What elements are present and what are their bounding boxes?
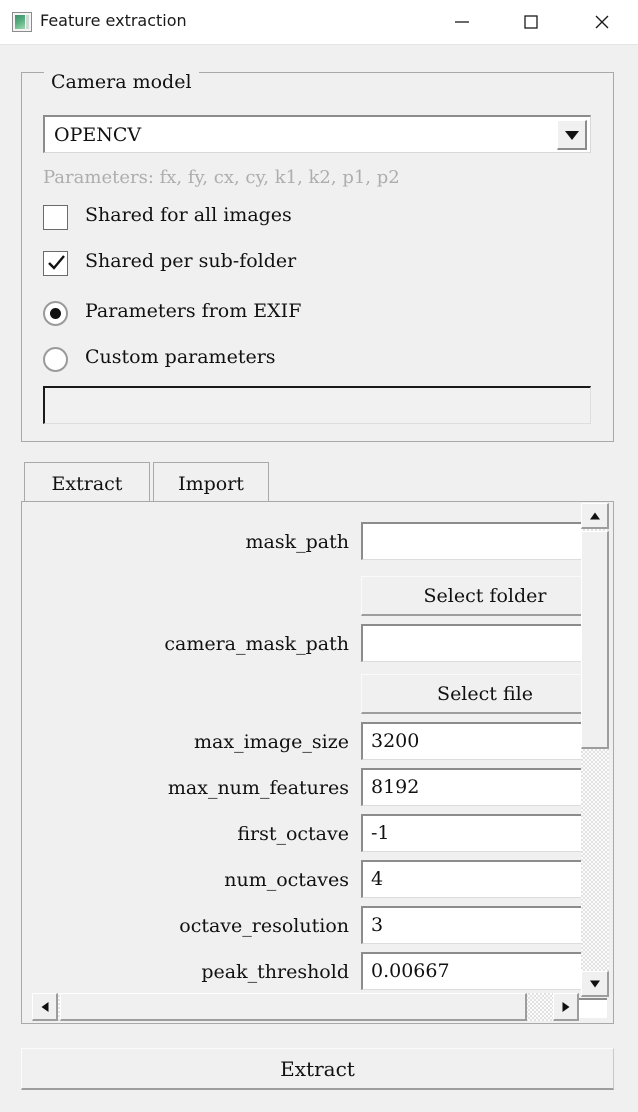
scroll-right-icon [562, 1001, 569, 1012]
max-num-features-spinbox[interactable]: 8192 [361, 768, 607, 806]
parameter-row-first-octave: first_octave -1 [29, 814, 607, 860]
radio-circle-selected [43, 301, 68, 326]
parameter-row-peak-threshold: peak_threshold 0.00667 [29, 952, 607, 998]
radio-label: Custom parameters [85, 346, 276, 368]
parameter-label: first_octave [237, 823, 349, 845]
camera-model-selected-value: OPENCV [54, 124, 142, 146]
tab-pane-extract: mask_path Select folder camera_mask_path… [21, 501, 614, 1024]
maximize-button[interactable] [508, 0, 554, 44]
num-octaves-spinbox[interactable]: 4 [361, 860, 607, 898]
camera-model-select[interactable]: OPENCV [43, 115, 591, 153]
parameter-row-octave-resolution: octave_resolution 3 [29, 906, 607, 952]
parameter-label: max_image_size [194, 731, 349, 753]
max-image-size-spinbox[interactable]: 3200 [361, 722, 607, 760]
parameter-label: mask_path [245, 531, 349, 553]
horizontal-scroll-left-button[interactable] [32, 993, 58, 1021]
tab-bar: Extract Import [21, 462, 614, 504]
parameter-label: max_num_features [167, 777, 349, 799]
minimize-button[interactable] [439, 0, 485, 44]
radio-circle-unselected [43, 347, 68, 372]
parameter-value: 3200 [371, 730, 420, 752]
checkbox-label: Shared per sub-folder [85, 250, 297, 272]
close-icon [595, 15, 609, 29]
parameter-label: num_octaves [224, 869, 349, 891]
camera-mask-path-input[interactable] [361, 624, 607, 662]
parameter-row-mask-path: mask_path [29, 522, 607, 568]
scroll-down-icon [589, 980, 600, 987]
scroll-left-icon [41, 1001, 48, 1012]
checkbox-label: Shared for all images [85, 204, 292, 226]
tab-extract[interactable]: Extract [24, 462, 150, 504]
horizontal-scroll-right-button[interactable] [553, 993, 579, 1021]
parameter-value: 4 [371, 868, 384, 890]
window-title: Feature extraction [40, 11, 187, 30]
vertical-scrollbar-thumb[interactable] [581, 531, 609, 749]
extract-button[interactable]: Extract [21, 1048, 614, 1090]
minimize-icon [455, 21, 469, 23]
checkbox-box-unchecked [43, 205, 68, 230]
camera-model-dropdown-button[interactable] [557, 120, 587, 150]
horizontal-scrollbar-thumb[interactable] [60, 993, 527, 1021]
image-app-icon [12, 12, 32, 32]
checkmark-icon [48, 255, 65, 270]
parameter-row-num-octaves: num_octaves 4 [29, 860, 607, 906]
vertical-scroll-down-button[interactable] [581, 971, 609, 997]
parameter-value: 8192 [371, 776, 420, 798]
maximize-icon [524, 15, 538, 29]
parameter-row-max-image-size: max_image_size 3200 [29, 722, 607, 768]
title-bar: Feature extraction [0, 0, 638, 45]
mask-path-input[interactable] [361, 522, 607, 560]
parameter-value: 0.00667 [371, 960, 450, 982]
parameter-value: -1 [371, 822, 390, 844]
parameter-row-max-num-features: max_num_features 8192 [29, 768, 607, 814]
first-octave-spinbox[interactable]: -1 [361, 814, 607, 852]
tab-import[interactable]: Import [153, 462, 269, 504]
parameter-label: octave_resolution [179, 915, 349, 937]
camera-model-group-title: Camera model [44, 71, 199, 93]
parameter-label: camera_mask_path [164, 633, 349, 655]
parameter-row-select-folder: Select folder [29, 576, 607, 622]
feature-extraction-window: Feature extraction Camera model OPENCV P… [0, 0, 638, 1112]
parameter-label: peak_threshold [201, 961, 349, 983]
parameter-list: mask_path Select folder camera_mask_path… [29, 506, 607, 1018]
camera-parameters-hint: Parameters: fx, fy, cx, cy, k1, k2, p1, … [43, 167, 400, 188]
vertical-scroll-up-button[interactable] [581, 503, 609, 529]
select-file-button[interactable]: Select file [361, 674, 607, 714]
parameter-list-vertical-scrollbar[interactable] [581, 503, 609, 997]
parameter-list-horizontal-scrollbar[interactable] [32, 993, 579, 1021]
peak-threshold-spinbox[interactable]: 0.00667 [361, 952, 607, 990]
select-folder-button[interactable]: Select folder [361, 576, 607, 616]
parameter-value: 3 [371, 914, 384, 936]
octave-resolution-spinbox[interactable]: 3 [361, 906, 607, 944]
checkbox-box-checked [43, 251, 68, 276]
parameter-row-camera-mask-path: camera_mask_path [29, 624, 607, 670]
close-button[interactable] [579, 0, 625, 44]
chevron-down-icon [564, 130, 579, 140]
custom-parameters-input[interactable] [43, 386, 591, 424]
scroll-up-icon [589, 512, 600, 519]
parameter-row-select-file: Select file [29, 674, 607, 720]
radio-label: Parameters from EXIF [85, 300, 302, 322]
